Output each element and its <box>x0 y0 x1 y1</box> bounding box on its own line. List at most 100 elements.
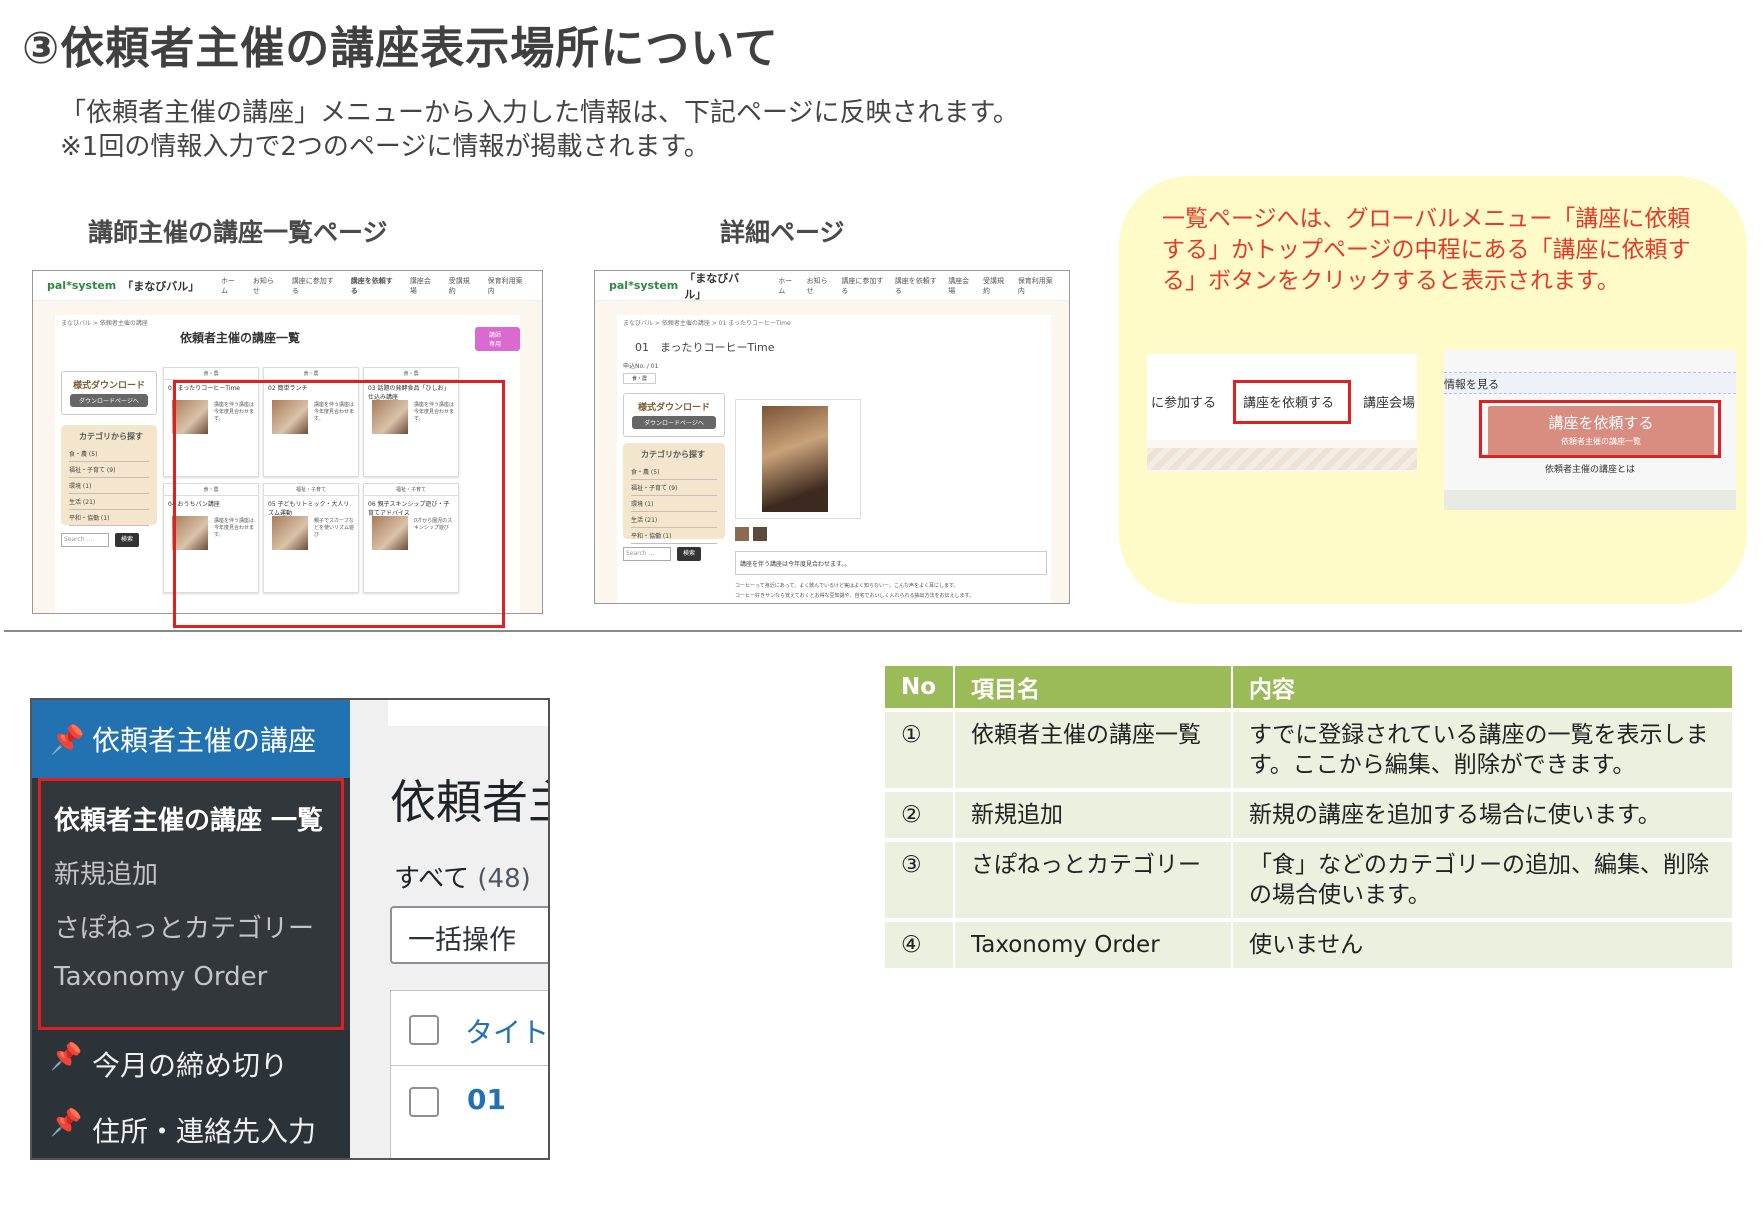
card-tag: 食・農 <box>364 368 458 380</box>
wp-table-divider <box>391 1065 548 1066</box>
download-title: 様式ダウンロード <box>72 381 145 391</box>
category-item[interactable]: 食・農 (5) <box>631 464 717 480</box>
row-name: 新規追加 <box>955 788 1233 838</box>
category-item[interactable]: 食・農 (5) <box>69 446 149 462</box>
table-row: ② 新規追加 新規の講座を追加する場合に使います。 <box>885 788 1734 838</box>
wp-filter-all[interactable]: すべて <box>394 864 469 894</box>
wp-menu-deadline[interactable]: 今月の締め切り <box>92 1044 288 1084</box>
row-desc: 「食」などのカテゴリーの追加、編集、削除の場合使います。 <box>1233 838 1734 918</box>
row-no: ① <box>885 708 955 788</box>
wp-filter-count: (48) <box>477 864 531 894</box>
nav-request[interactable]: 講座を依頼する <box>351 276 398 296</box>
detail-desc-line: コーヒー好きサンなら覚えておくとお得な豆知識や、自宅でおいしく入れられる抽出方法… <box>735 593 974 599</box>
teacher-button[interactable]: 講師専用 <box>475 327 520 351</box>
about-link[interactable]: 依頼者主催の講座とは <box>1444 462 1736 475</box>
table-row: ③ さぽねっとカテゴリー 「食」などのカテゴリーの追加、編集、削除の場合使います… <box>885 838 1734 918</box>
category-item[interactable]: 平和・協働 (1) <box>69 510 149 526</box>
highlight-request-button <box>1479 400 1721 458</box>
category-item[interactable]: 環境 (1) <box>69 478 149 494</box>
nav-terms[interactable]: 受講規約 <box>983 276 1008 296</box>
table-header-row: No 項目名 内容 <box>885 666 1734 708</box>
items-table: No 項目名 内容 ① 依頼者主催の講座一覧 すでに登録されている講座の一覧を表… <box>885 666 1734 968</box>
download-box: 様式ダウンロード ダウンロードページへ <box>623 393 725 437</box>
download-button[interactable]: ダウンロードページへ <box>70 394 148 407</box>
category-item[interactable]: 福祉・子育て (9) <box>69 462 149 478</box>
site-header: pal*system 「まなびバル」 ホーム お知らせ 講座に参加する 講座を依… <box>33 271 542 301</box>
detail-desc-line: コーヒーって身近にあって、よく飲んでいるけど実はよく知らないー。こんな声をよく耳… <box>735 583 959 589</box>
detail-note: 講座を伴う講座は今年度見合わせます。。 <box>735 551 1047 575</box>
breadcrumb: まなびバル > 依頼者主催の講座 <box>61 320 148 327</box>
row-desc: 新規の講座を追加する場合に使います。 <box>1233 788 1734 838</box>
row-no: ② <box>885 788 955 838</box>
card-tag: 食・農 <box>264 368 358 380</box>
intro-text: 「依頼者主催の講座」メニューから入力した情報は、下記ページに反映されます。 ※1… <box>60 96 1019 164</box>
highlight-submenu <box>38 778 344 1030</box>
callout-text: 一覧ページへは、グローバルメニュー「講座に依頼する」かトップページの中程にある「… <box>1162 206 1691 294</box>
highlight-course-list <box>173 380 505 628</box>
thumbnail[interactable] <box>735 527 749 541</box>
row-name: 依頼者主催の講座一覧 <box>955 708 1233 788</box>
search-input[interactable]: Search … <box>61 533 109 547</box>
nav-childcare[interactable]: 保育利用案内 <box>488 276 528 296</box>
nav-join[interactable]: 講座に参加する <box>292 276 339 296</box>
download-button[interactable]: ダウンロードページへ <box>632 416 716 429</box>
info-link[interactable]: 情報を見る <box>1444 376 1499 392</box>
site-logo: pal*system <box>47 279 117 292</box>
wp-bulk-select[interactable]: 一括操作 <box>390 906 548 964</box>
wp-select-all-checkbox[interactable] <box>409 1015 439 1045</box>
table-header: 内容 <box>1233 666 1734 708</box>
download-box: 様式ダウンロード ダウンロードページへ <box>61 371 157 415</box>
nav-news[interactable]: お知らせ <box>253 276 280 296</box>
wp-row-checkbox[interactable] <box>409 1087 439 1117</box>
detail-tag: 食・農 <box>623 373 657 384</box>
search-button[interactable]: 検索 <box>115 533 139 547</box>
wp-col-title[interactable]: タイト <box>465 1011 548 1051</box>
category-item[interactable]: 平和・協働 (1) <box>631 528 717 544</box>
intro-line-2: ※1回の情報入力で2つのページに情報が掲載されます。 <box>60 132 710 162</box>
row-name: Taxonomy Order <box>955 918 1233 968</box>
wp-menu-active[interactable]: 📌 依頼者主催の講座 <box>32 700 350 778</box>
nav-venue[interactable]: 講座会場 <box>410 276 437 296</box>
category-item[interactable]: 福祉・子育て (9) <box>631 480 717 496</box>
site-nav: ホーム お知らせ 講座に参加する 講座を依頼する 講座会場 受講規約 保育利用案… <box>778 276 1055 296</box>
wp-page-heading: 依頼者主 <box>390 775 548 829</box>
detail-title: 01 まったりコーヒーTime <box>635 341 775 354</box>
search-button[interactable]: 検索 <box>677 547 701 561</box>
list-page-label: 講師主催の講座一覧ページ <box>88 218 388 247</box>
nav-home[interactable]: ホーム <box>221 276 241 296</box>
nav-venue[interactable]: 講座会場 <box>948 276 973 296</box>
category-title: カテゴリから探す <box>79 432 143 441</box>
search-row: Search … 検索 <box>61 533 139 547</box>
detail-photo-frame <box>735 399 861 519</box>
search-input[interactable]: Search … <box>623 547 671 561</box>
site-logo: pal*system <box>609 279 679 292</box>
detail-page-label: 詳細ページ <box>720 218 845 247</box>
site-logo-sub: 「まなびバル」 <box>684 271 740 301</box>
nav-home[interactable]: ホーム <box>778 276 796 296</box>
menu-item-join[interactable]: に参加する <box>1151 392 1216 411</box>
list-heading: 依頼者主催の講座一覧 <box>180 331 301 345</box>
category-item[interactable]: 生活 (21) <box>631 512 717 528</box>
site-header: pal*system 「まなびバル」 ホーム お知らせ 講座に参加する 講座を依… <box>595 271 1069 301</box>
nav-news[interactable]: お知らせ <box>807 276 832 296</box>
category-box: カテゴリから探す 食・農 (5) 福祉・子育て (9) 環境 (1) 生活 (2… <box>623 443 725 544</box>
nav-terms[interactable]: 受講規約 <box>449 276 476 296</box>
category-item[interactable]: 生活 (21) <box>69 494 149 510</box>
nav-join[interactable]: 講座に参加する <box>841 276 884 296</box>
row-desc: すでに登録されている講座の一覧を表示します。ここから編集、削除ができます。 <box>1233 708 1734 788</box>
detail-desc: コーヒーって身近にあって、よく飲んでいるけど実はよく知らないー。こんな声をよく耳… <box>735 581 1047 601</box>
wp-list-table: タイト 01 <box>390 990 548 1158</box>
wp-main: 依頼者主 すべて (48) 一括操作 タイト 01 <box>350 700 548 1158</box>
detail-page-screenshot: pal*system 「まなびバル」 ホーム お知らせ 講座に参加する 講座を依… <box>594 270 1070 604</box>
wp-menu-address[interactable]: 住所・連絡先入力 <box>92 1110 316 1150</box>
card-tag: 食・農 <box>164 368 258 380</box>
breadcrumb: まなびバル > 依頼者主催の講座 > 01 まったりコーヒーTime <box>623 320 791 327</box>
table-header: No <box>885 666 955 708</box>
category-item[interactable]: 環境 (1) <box>631 496 717 512</box>
thumbnail[interactable] <box>753 527 767 541</box>
nav-childcare[interactable]: 保育利用案内 <box>1018 276 1055 296</box>
wp-row-title[interactable]: 01 <box>467 1083 506 1116</box>
nav-request[interactable]: 講座を依頼する <box>895 276 938 296</box>
menu-item-venue[interactable]: 講座会場 <box>1363 392 1415 411</box>
row-desc: 使いません <box>1233 918 1734 968</box>
